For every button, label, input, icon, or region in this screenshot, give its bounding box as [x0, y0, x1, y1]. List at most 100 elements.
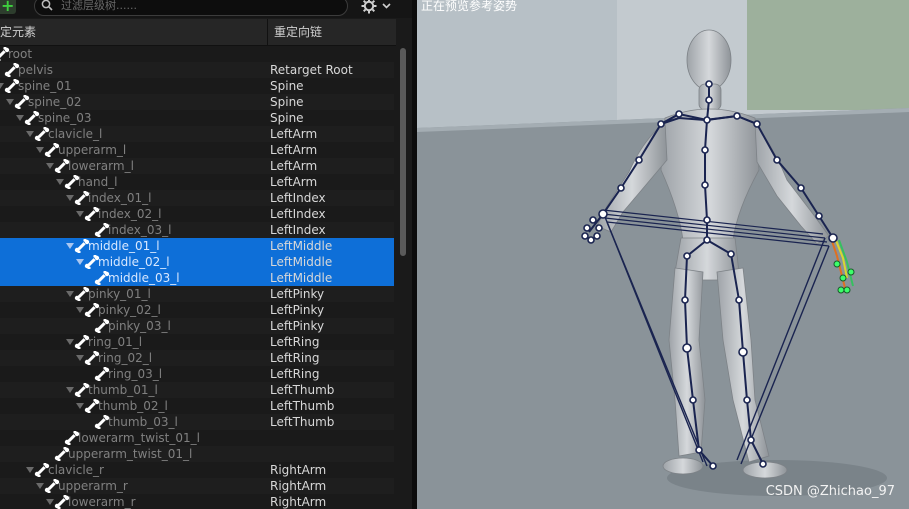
- retarget-chain-value[interactable]: LeftIndex: [270, 190, 326, 206]
- bone-row-middle-03-l[interactable]: middle_03_l LeftMiddle: [0, 270, 394, 286]
- retarget-chain-value[interactable]: LeftArm: [270, 174, 317, 190]
- retarget-chain-value[interactable]: LeftRing: [270, 350, 319, 366]
- expand-arrow-icon[interactable]: [36, 147, 44, 153]
- expand-arrow-icon[interactable]: [26, 467, 34, 473]
- retarget-chain-value[interactable]: LeftRing: [270, 366, 319, 382]
- bone-row-spine-03[interactable]: spine_03 Spine: [0, 110, 394, 126]
- bone-row-pinky-01-l[interactable]: pinky_01_l LeftPinky: [0, 286, 394, 302]
- bone-row-lowerarm-l[interactable]: lowerarm_l LeftArm: [0, 158, 394, 174]
- retarget-chain-value[interactable]: RightArm: [270, 478, 326, 494]
- bone-name: pinky_03_l: [108, 319, 171, 333]
- bone-row-ring-02-l[interactable]: ring_02_l LeftRing: [0, 350, 394, 366]
- bone-row-thumb-02-l[interactable]: thumb_02_l LeftThumb: [0, 398, 394, 414]
- bone-row-lowerarm-twist-01-l[interactable]: lowerarm_twist_01_l: [0, 430, 394, 446]
- expand-arrow-icon[interactable]: [66, 243, 74, 249]
- scrollbar-thumb[interactable]: [400, 48, 406, 256]
- retarget-chain-value[interactable]: LeftMiddle: [270, 238, 332, 254]
- bone-row-ring-03-l[interactable]: ring_03_l LeftRing: [0, 366, 394, 382]
- bone-row-index-02-l[interactable]: index_02_l LeftIndex: [0, 206, 394, 222]
- expand-arrow-icon[interactable]: [66, 195, 74, 201]
- retarget-chain-value[interactable]: LeftIndex: [270, 206, 326, 222]
- retarget-chain-value[interactable]: LeftPinky: [270, 286, 324, 302]
- bone-row-spine-01[interactable]: spine_01 Spine: [0, 78, 394, 94]
- background-wall: [417, 0, 617, 130]
- expand-arrow-icon[interactable]: [16, 115, 24, 121]
- expand-arrow-icon[interactable]: [56, 179, 64, 185]
- retarget-chain-value[interactable]: LeftThumb: [270, 382, 334, 398]
- bone-row-root[interactable]: root: [0, 46, 394, 62]
- bone-row-hand-l[interactable]: hand_l LeftArm: [0, 174, 394, 190]
- expand-arrow-icon[interactable]: [76, 211, 84, 217]
- retarget-chain-value[interactable]: LeftArm: [270, 126, 317, 142]
- expand-arrow-icon[interactable]: [26, 131, 34, 137]
- settings-dropdown[interactable]: [360, 0, 394, 15]
- search-icon: [41, 0, 53, 11]
- bone-name: middle_03_l: [108, 271, 180, 285]
- bone-row-middle-01-l[interactable]: middle_01_l LeftMiddle: [0, 238, 394, 254]
- retarget-chain-value[interactable]: LeftThumb: [270, 414, 334, 430]
- bone-row-pinky-03-l[interactable]: pinky_03_l LeftPinky: [0, 318, 394, 334]
- expand-arrow-icon[interactable]: [46, 499, 54, 505]
- expand-arrow-icon[interactable]: [66, 387, 74, 393]
- bone-name: middle_02_l: [98, 255, 170, 269]
- column-header-bone[interactable]: 定元素: [0, 19, 268, 45]
- expand-arrow-icon[interactable]: [76, 259, 84, 265]
- retarget-chain-value[interactable]: Retarget Root: [270, 62, 353, 78]
- retarget-chain-value[interactable]: LeftThumb: [270, 398, 334, 414]
- preview-viewport[interactable]: 正在预览参考姿势 CSDN @Zhichao_97: [417, 0, 909, 509]
- retarget-chain-value[interactable]: Spine: [270, 78, 304, 94]
- background-trees: [747, 0, 909, 110]
- bone-row-index-01-l[interactable]: index_01_l LeftIndex: [0, 190, 394, 206]
- add-button[interactable]: +: [0, 0, 16, 15]
- bone-row-spine-02[interactable]: spine_02 Spine: [0, 94, 394, 110]
- bone-name: thumb_03_l: [108, 415, 178, 429]
- bone-row-pinky-02-l[interactable]: pinky_02_l LeftPinky: [0, 302, 394, 318]
- bone-row-upperarm-l[interactable]: upperarm_l LeftArm: [0, 142, 394, 158]
- expand-arrow-icon[interactable]: [66, 291, 74, 297]
- bone-row-middle-02-l[interactable]: middle_02_l LeftMiddle: [0, 254, 394, 270]
- bone-name: upperarm_l: [58, 143, 127, 157]
- bone-row-pelvis[interactable]: pelvis Retarget Root: [0, 62, 394, 78]
- bone-name: hand_l: [78, 175, 118, 189]
- expand-arrow-icon[interactable]: [66, 339, 74, 345]
- retarget-chain-value[interactable]: LeftIndex: [270, 222, 326, 238]
- bone-name: root: [8, 47, 33, 61]
- retarget-chain-value[interactable]: LeftPinky: [270, 302, 324, 318]
- bone-row-thumb-03-l[interactable]: thumb_03_l LeftThumb: [0, 414, 394, 430]
- expand-arrow-icon[interactable]: [36, 483, 44, 489]
- retarget-chain-value[interactable]: LeftRing: [270, 334, 319, 350]
- retarget-chain-value[interactable]: RightArm: [270, 494, 326, 509]
- expand-arrow-icon[interactable]: [46, 163, 54, 169]
- bone-row-upperarm-r[interactable]: upperarm_r RightArm: [0, 478, 394, 494]
- bone-name: pinky_01_l: [88, 287, 151, 301]
- expand-arrow-icon[interactable]: [76, 355, 84, 361]
- bone-row-upperarm-twist-01-l[interactable]: upperarm_twist_01_l: [0, 446, 394, 462]
- bone-row-index-03-l[interactable]: index_03_l LeftIndex: [0, 222, 394, 238]
- column-header-chain[interactable]: 重定向链: [274, 19, 394, 45]
- bone-row-ring-01-l[interactable]: ring_01_l LeftRing: [0, 334, 394, 350]
- bone-name: lowerarm_l: [68, 159, 134, 173]
- bone-name: lowerarm_r: [68, 495, 136, 509]
- bone-name: ring_01_l: [88, 335, 143, 349]
- retarget-chain-value[interactable]: LeftPinky: [270, 318, 324, 334]
- retarget-chain-value[interactable]: LeftMiddle: [270, 270, 332, 286]
- bone-row-thumb-01-l[interactable]: thumb_01_l LeftThumb: [0, 382, 394, 398]
- chevron-down-icon: [382, 3, 391, 9]
- search-input[interactable]: [61, 0, 341, 12]
- search-box[interactable]: [34, 0, 348, 16]
- expand-arrow-icon[interactable]: [6, 99, 14, 105]
- bone-row-clavicle-r[interactable]: clavicle_r RightArm: [0, 462, 394, 478]
- expand-arrow-icon[interactable]: [76, 307, 84, 313]
- retarget-chain-value[interactable]: RightArm: [270, 462, 326, 478]
- bone-name: thumb_02_l: [98, 399, 168, 413]
- expand-arrow-icon[interactable]: [76, 403, 84, 409]
- bone-row-lowerarm-r[interactable]: lowerarm_r RightArm: [0, 494, 394, 509]
- retarget-chain-value[interactable]: Spine: [270, 110, 304, 126]
- retarget-chain-value[interactable]: LeftArm: [270, 158, 317, 174]
- watermark: CSDN @Zhichao_97: [765, 484, 895, 499]
- viewport-scene: [417, 0, 909, 509]
- bone-row-clavicle-l[interactable]: clavicle_l LeftArm: [0, 126, 394, 142]
- retarget-chain-value[interactable]: Spine: [270, 94, 304, 110]
- retarget-chain-value[interactable]: LeftArm: [270, 142, 317, 158]
- retarget-chain-value[interactable]: LeftMiddle: [270, 254, 332, 270]
